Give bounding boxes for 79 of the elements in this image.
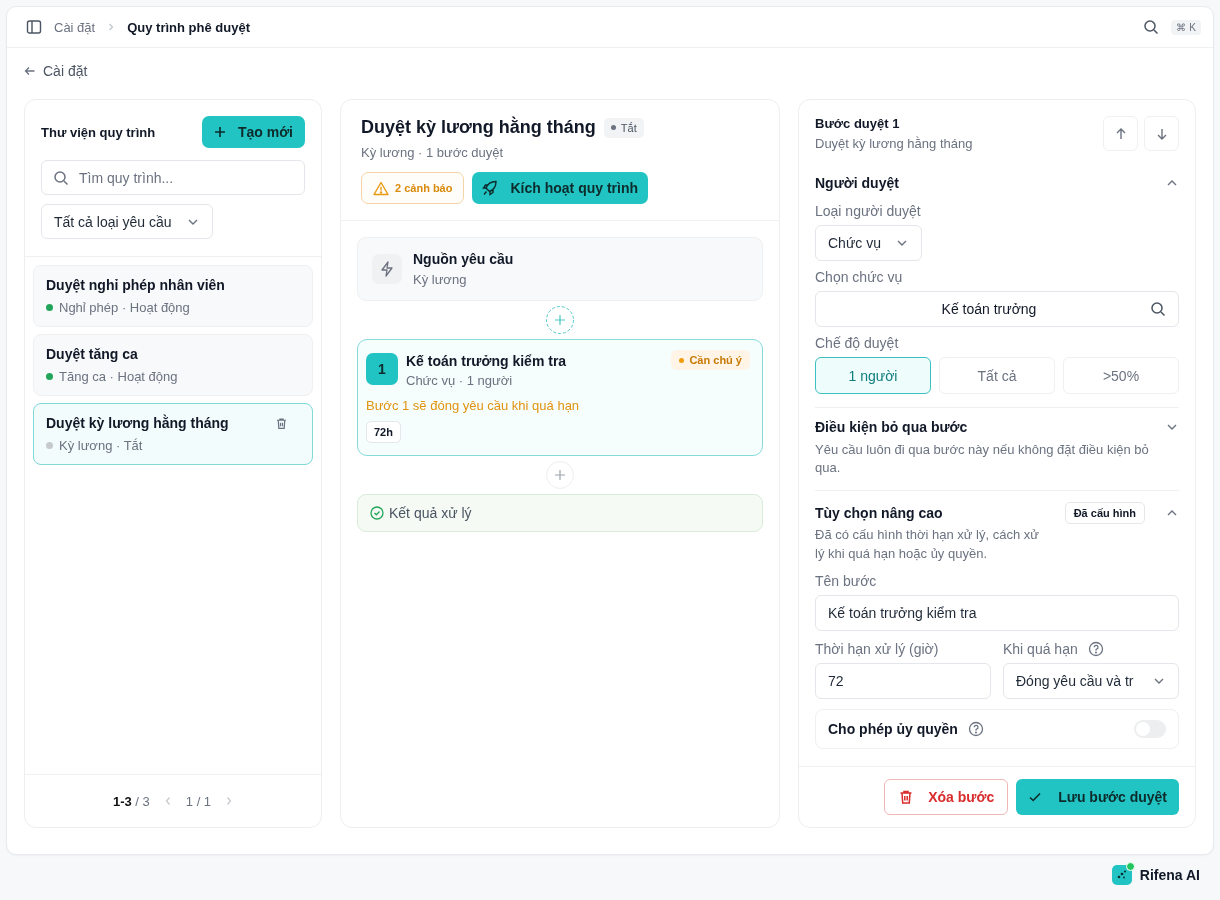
chevron-right-icon [107,23,116,31]
range-count: 1-3 / 3 [112,793,150,809]
status-badge: Tắt [603,117,644,138]
check-icon [1028,790,1043,804]
card-title: Nguồn yêu cầu [413,251,514,267]
workflow-list-item[interactable]: Duyệt kỳ lương hằng tháng Kỳ lương · Tắt [33,403,313,465]
panel-title: Bước duyệt 1 [815,116,901,131]
workflow-title: Duyệt kỳ lương hằng tháng [46,415,229,431]
warning-text: Bước 1 sẽ đóng yêu cầu khi quá hạn [366,398,581,413]
arrow-left-icon [24,65,36,77]
move-down-button[interactable] [1144,116,1179,151]
help-icon [1087,640,1104,657]
section-title: Điều kiện bỏ qua bước [815,419,969,435]
request-source-card[interactable]: Nguồn yêu cầu Kỳ lương [357,237,763,301]
step-name-field[interactable]: Kế toán trưởng kiểm tra [815,594,1179,631]
workflow-meta: Nghỉ phép · Hoạt động [59,300,190,315]
workflow-title: Duyệt kỳ lương hằng tháng [361,117,596,138]
step-card[interactable]: 1 Kế toán trưởng kiểm tra Chức vụ · 1 người Cần chú ý Bước 1 sẽ đóng yêu cầu khi quá hạn 72h [357,339,763,456]
workflow-meta: Kỳ lương · Tắt [59,438,143,453]
workflow-list-item[interactable]: Duyệt tăng ca Tăng ca · Hoạt động [33,334,313,396]
assistant-icon[interactable] [1111,865,1132,885]
save-step-button[interactable]: Lưu bước duyệt [1016,779,1179,815]
overdue-action-dropdown[interactable]: Đóng yêu cầu và tr [1003,662,1179,699]
position-search-field[interactable]: Kế toán trưởng [815,291,1179,327]
warning-icon [373,180,389,196]
breadcrumb-current: Quy trình phê duyệt [127,19,250,35]
toggle-label: Cho phép ủy quyền [828,720,958,737]
sidebar-toggle-icon[interactable] [26,19,42,35]
check-circle-icon [370,506,384,520]
step-number: 1 [366,353,398,385]
shortcut-badge: ⌘ K [1171,19,1201,35]
section-title: Người duyệt [815,175,900,191]
card-subtitle: Kỳ lương [413,272,468,287]
search-field[interactable]: Tìm quy trình... [41,160,305,195]
deadline-field[interactable]: 72 [815,662,991,699]
trash-icon [898,789,915,805]
workflow-subtitle: Kỳ lương · 1 bước duyệt [361,145,505,160]
workflow-title: Duyệt nghỉ phép nhân viên [46,277,225,293]
section-description: Đã có cấu hình thời hạn xử lý, cách xử lý khi quá hạn hoặc ủy quyền. [815,526,1040,563]
search-icon [1150,301,1166,317]
field-label: Khi quá hạn [1003,640,1078,657]
help-icon [967,720,984,737]
back-link[interactable]: Cài đặt [24,60,88,82]
approval-mode-option[interactable]: >50% [1063,357,1179,394]
create-button[interactable]: Tạo mới [201,116,305,148]
attention-badge: Cần chú ý [671,350,750,370]
field-label: Chọn chức vụ [815,269,904,285]
field-label: Chế độ duyệt [815,335,900,351]
field-label: Thời hạn xử lý (giờ) [815,640,939,657]
result-card[interactable]: Kết quả xử lý [357,494,763,532]
approval-mode-option[interactable]: 1 người [815,357,931,394]
lightning-icon [380,261,394,277]
plus-icon [213,126,226,138]
section-description: Yêu cầu luôn đi qua bước này nếu không đặt điều kiện bỏ qua. [815,441,1150,478]
step-meta: Chức vụ · 1 người [406,373,514,388]
page-indicator: 1 / 1 [185,793,212,809]
assistant-label[interactable]: Rifena AI [1139,867,1200,883]
approver-type-dropdown[interactable]: Chức vụ [815,225,922,261]
approval-mode-option[interactable]: Tất cả [939,357,1055,394]
workflow-title: Duyệt tăng ca [46,346,138,362]
workflow-meta: Tăng ca · Hoạt động [59,369,178,384]
panel-subtitle: Duyệt kỳ lương hằng tháng [815,136,973,151]
workflow-list-item[interactable]: Duyệt nghỉ phép nhân viên Nghỉ phép · Hoạt động [33,265,313,327]
search-icon[interactable] [1143,19,1160,35]
type-filter-dropdown[interactable]: Tất cả loại yêu cầu [41,204,213,239]
rocket-icon [482,180,499,196]
section-title: Tùy chọn nâng cao [815,505,944,522]
field-label: Loại người duyệt [815,203,922,219]
move-up-button[interactable] [1103,116,1138,151]
card-title: Kết quả xử lý [389,505,472,521]
breadcrumb-link[interactable]: Cài đặt [54,19,96,35]
duration-tag: 72h [366,421,401,443]
field-label: Tên bước [815,572,878,589]
activate-button[interactable]: Kích hoạt quy trình [472,172,649,204]
delete-step-button[interactable]: Xóa bước [884,779,1009,815]
trash-icon[interactable] [275,416,288,430]
panel-title: Thư viện quy trình [41,124,156,140]
configured-badge: Đã cấu hình [1064,502,1145,525]
step-title: Kế toán trưởng kiểm tra [406,353,567,369]
